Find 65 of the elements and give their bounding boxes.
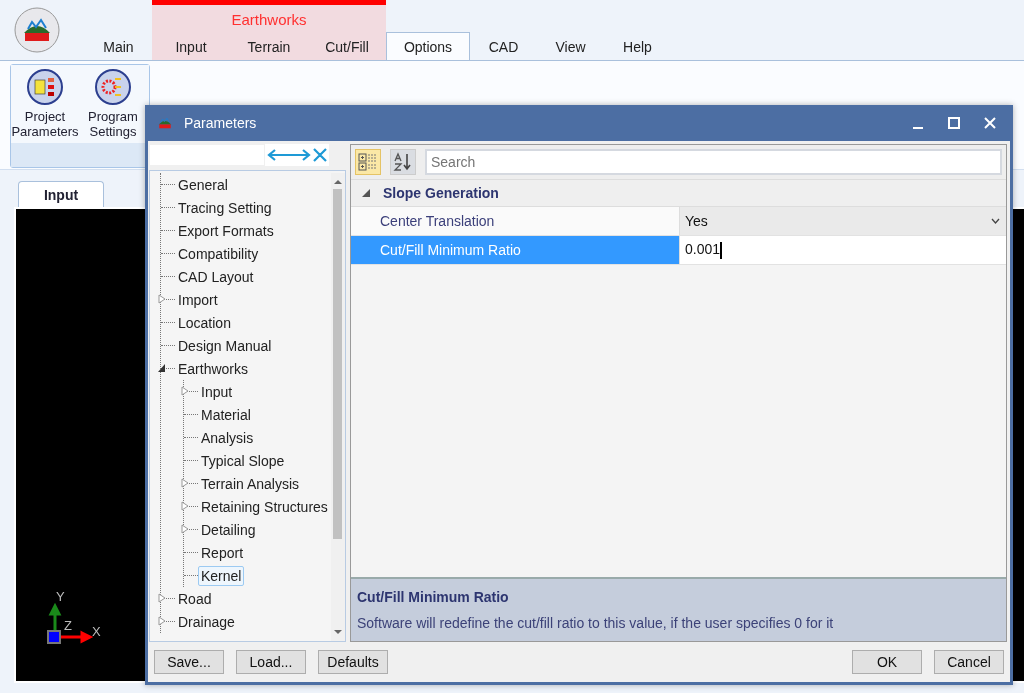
categorized-icon <box>358 152 378 172</box>
ribbon-tab[interactable]: Help <box>604 34 671 60</box>
arrows-close-icon <box>267 147 329 163</box>
ribbon-button[interactable]: Project Parameters <box>11 69 79 143</box>
category-label: Slope Generation <box>383 185 499 201</box>
tree-item[interactable]: Tracing Setting <box>175 197 275 218</box>
ribbon-tab[interactable]: Cut/Fill <box>308 34 386 60</box>
tree-item[interactable]: General <box>175 174 231 195</box>
tree-item[interactable]: Road <box>175 588 215 609</box>
sort-button[interactable] <box>390 149 416 175</box>
gear-list-icon <box>95 69 131 105</box>
axis-label: Z <box>64 618 72 633</box>
dialog-button[interactable]: Load... <box>236 650 306 674</box>
expand-clear-button[interactable] <box>265 144 329 166</box>
ribbon-button[interactable]: Program Settings <box>79 69 147 143</box>
description-text: Software will redefine the cut/fill ratio to this value, if the user specifies 0 for it <box>357 615 835 631</box>
filter-field[interactable] <box>149 144 265 166</box>
tree-item[interactable]: Export Formats <box>175 220 277 241</box>
ribbon-tab[interactable]: CAD <box>470 34 537 60</box>
dialog-button[interactable]: Save... <box>154 650 224 674</box>
axis-label: Y <box>56 589 65 604</box>
close-icon <box>984 117 996 129</box>
value-dropdown[interactable]: Yes <box>680 207 1006 235</box>
ribbon-tab[interactable]: Main <box>85 34 152 60</box>
tree-item[interactable]: Detailing <box>198 519 259 540</box>
dialog-button[interactable]: OK <box>852 650 922 674</box>
tree-item[interactable]: Import <box>175 289 221 310</box>
value-field[interactable]: 0.001 <box>680 236 1006 264</box>
tree-item[interactable]: Retaining Structures <box>198 496 331 517</box>
tree-item[interactable]: Typical Slope <box>198 450 288 471</box>
document-tab[interactable]: Input <box>18 181 104 207</box>
tree-item[interactable]: Material <box>198 404 254 425</box>
tree-item[interactable]: Drainage <box>175 611 238 632</box>
maximize-icon <box>948 117 960 129</box>
tree-item[interactable]: Location <box>175 312 234 333</box>
tree-item[interactable]: Terrain Analysis <box>198 473 303 494</box>
group-label: Earthworks <box>230 10 308 30</box>
dialog-button[interactable]: Defaults <box>318 650 388 674</box>
ribbon-tab[interactable]: Options <box>386 32 470 60</box>
document-list-icon <box>27 69 63 105</box>
collapse-icon[interactable] <box>361 188 371 198</box>
tree-item[interactable]: CAD Layout <box>175 266 257 287</box>
window-title: Parameters <box>184 115 258 131</box>
app-logo[interactable] <box>14 7 60 53</box>
tree-item[interactable]: Input <box>198 381 236 402</box>
ribbon-tab[interactable]: Terrain <box>230 34 308 60</box>
ribbon-tab[interactable]: View <box>537 34 604 60</box>
tree-item[interactable]: Design Manual <box>175 335 275 356</box>
categorized-button[interactable] <box>355 149 381 175</box>
minimize-icon <box>912 127 924 129</box>
description-title: Cut/Fill Minimum Ratio <box>357 589 510 605</box>
property-name[interactable]: Center Translation <box>351 207 680 235</box>
tree-item[interactable]: Analysis <box>198 427 257 448</box>
ribbon-tab[interactable]: Input <box>152 34 230 60</box>
search-field[interactable]: Search <box>425 149 1002 175</box>
tree-item[interactable]: Report <box>198 542 247 563</box>
dialog-button[interactable]: Cancel <box>934 650 1004 674</box>
sort-icon <box>393 152 413 172</box>
tree-item[interactable]: Kernel <box>198 565 245 586</box>
tree-item[interactable]: Compatibility <box>175 243 262 264</box>
scroll-bar[interactable] <box>330 173 345 641</box>
chevron-down-icon <box>991 218 1000 224</box>
axis-label: X <box>92 624 101 639</box>
tree-item[interactable]: Earthworks <box>175 358 252 379</box>
expander-icon[interactable] <box>158 363 166 373</box>
